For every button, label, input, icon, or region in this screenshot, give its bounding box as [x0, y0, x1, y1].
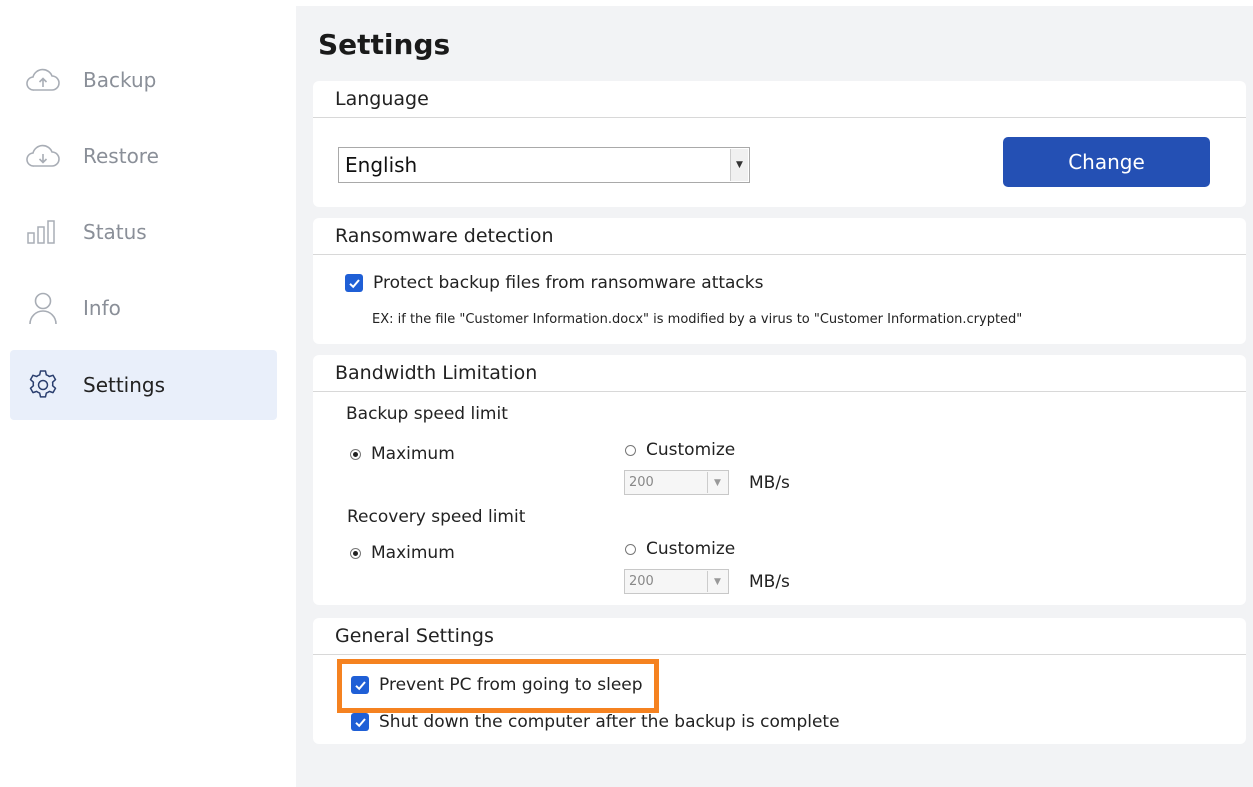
sidebar-item-label: Restore [83, 144, 159, 168]
sidebar-item-label: Status [83, 220, 147, 244]
chevron-down-icon[interactable]: ▼ [730, 149, 748, 181]
ransomware-card: Ransomware detection Protect backup file… [313, 218, 1246, 344]
ransomware-example-text: EX: if the file "Customer Information.do… [372, 312, 1023, 327]
change-language-button[interactable]: Change [1003, 137, 1210, 187]
general-card: General Settings Prevent PC from going t… [313, 618, 1246, 744]
bandwidth-header: Bandwidth Limitation [313, 355, 1246, 392]
prevent-sleep-label[interactable]: Prevent PC from going to sleep [379, 675, 643, 695]
sidebar: Backup Restore Status Info Settings [0, 0, 296, 787]
gear-icon [24, 366, 62, 404]
backup-speed-select[interactable]: 200 ▼ [624, 470, 729, 495]
shutdown-checkbox[interactable] [351, 713, 369, 731]
sidebar-item-restore[interactable]: Restore [10, 121, 277, 191]
sidebar-item-label: Backup [83, 68, 157, 92]
backup-speed-unit: MB/s [749, 473, 790, 493]
backup-speed-label: Backup speed limit [346, 404, 508, 424]
backup-maximum-label[interactable]: Maximum [371, 444, 455, 464]
check-icon [354, 717, 366, 727]
prevent-sleep-checkbox[interactable] [351, 676, 369, 694]
protect-ransomware-label[interactable]: Protect backup files from ransomware att… [373, 273, 764, 293]
backup-customize-label[interactable]: Customize [646, 440, 735, 460]
language-select-value: English [345, 153, 418, 177]
check-icon [348, 278, 360, 288]
recovery-maximum-label[interactable]: Maximum [371, 543, 455, 563]
recovery-maximum-radio[interactable] [350, 548, 361, 559]
cloud-download-icon [24, 137, 62, 175]
protect-ransomware-checkbox[interactable] [345, 274, 363, 292]
recovery-speed-select[interactable]: 200 ▼ [624, 569, 729, 594]
recovery-speed-label: Recovery speed limit [347, 507, 526, 527]
shutdown-label[interactable]: Shut down the computer after the backup … [379, 712, 840, 732]
language-select[interactable]: English ▼ [338, 147, 750, 183]
chevron-down-icon[interactable]: ▼ [707, 472, 727, 493]
backup-maximum-radio[interactable] [350, 449, 361, 460]
check-icon [354, 680, 366, 690]
sidebar-item-backup[interactable]: Backup [10, 45, 277, 115]
language-card: Language English ▼ Change [313, 81, 1246, 207]
recovery-speed-value: 200 [629, 574, 654, 589]
bandwidth-card: Bandwidth Limitation Backup speed limit … [313, 355, 1246, 605]
sidebar-item-label: Info [83, 296, 121, 320]
recovery-speed-unit: MB/s [749, 572, 790, 592]
recovery-customize-radio[interactable] [625, 544, 636, 555]
general-header: General Settings [313, 618, 1246, 655]
ransomware-header: Ransomware detection [313, 218, 1246, 255]
sidebar-item-settings[interactable]: Settings [10, 350, 277, 420]
backup-customize-radio[interactable] [625, 445, 636, 456]
language-header: Language [313, 81, 1246, 118]
user-icon [24, 289, 62, 327]
recovery-customize-label[interactable]: Customize [646, 539, 735, 559]
chevron-down-icon[interactable]: ▼ [707, 571, 727, 592]
sidebar-item-status[interactable]: Status [10, 197, 277, 267]
bar-chart-icon [24, 213, 62, 251]
settings-panel: Settings Language English ▼ Change Ranso… [296, 6, 1253, 787]
page-title: Settings [318, 28, 451, 61]
backup-speed-value: 200 [629, 475, 654, 490]
sidebar-item-label: Settings [83, 373, 166, 397]
sidebar-item-info[interactable]: Info [10, 273, 277, 343]
cloud-upload-icon [24, 61, 62, 99]
